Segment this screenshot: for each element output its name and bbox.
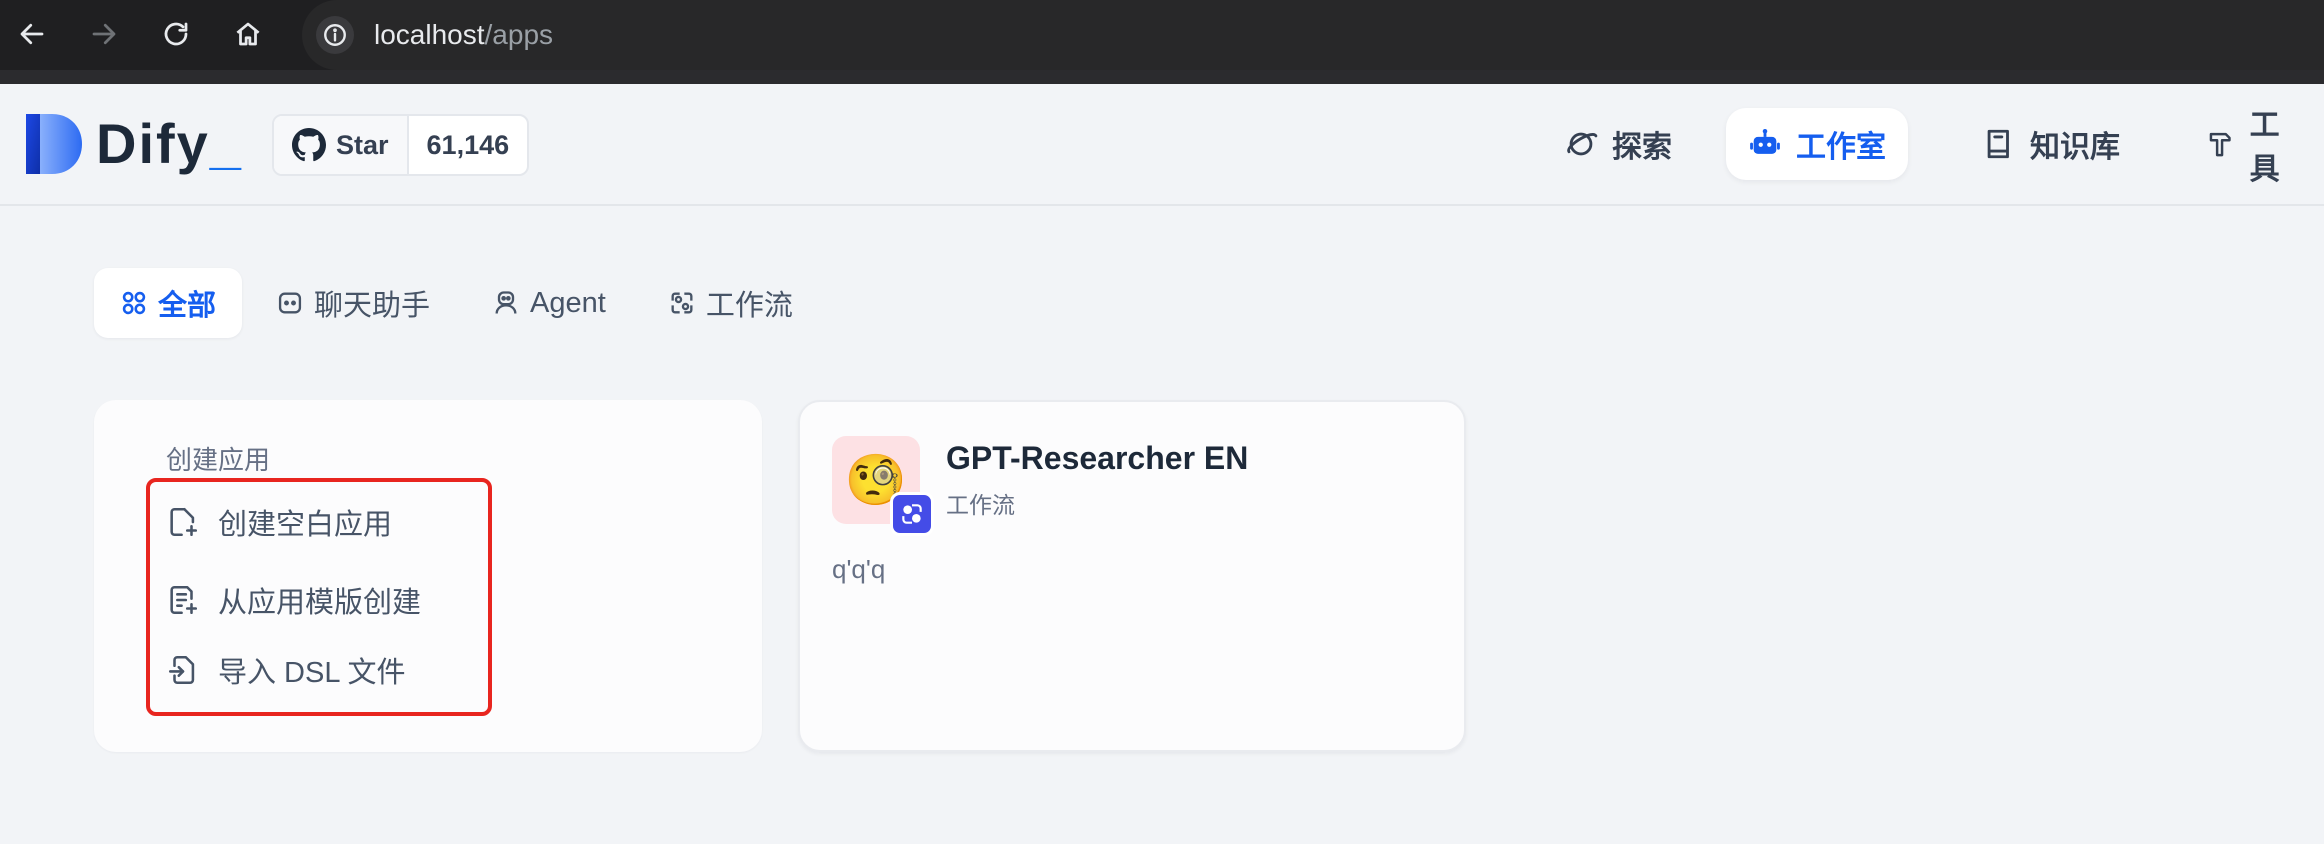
info-icon <box>324 24 346 46</box>
url-path: /apps <box>484 19 554 50</box>
reload-icon <box>164 22 188 46</box>
browser-toolbar-divider <box>0 70 2324 84</box>
create-from-template-button[interactable]: 从应用模版创建 <box>166 578 421 622</box>
planet-icon <box>1567 132 1598 156</box>
create-blank-app-button[interactable]: 创建空白应用 <box>166 500 392 544</box>
nav-explore[interactable]: 探索 <box>1542 108 1694 180</box>
arrow-left-icon <box>20 23 44 45</box>
browser-toolbar: localhost/apps <box>0 0 2324 84</box>
tab-agent[interactable]: Agent <box>464 268 634 338</box>
file-plus-icon <box>170 507 198 537</box>
app-type: 工作流 <box>946 492 1015 518</box>
nav-tools-label: 工具 <box>2249 109 2280 186</box>
url-text[interactable]: localhost/apps <box>374 18 553 52</box>
github-star-label: Star <box>336 129 389 160</box>
home-icon <box>236 22 260 46</box>
logo-word: Dify <box>96 112 210 175</box>
url-host: localhost <box>374 19 485 50</box>
grid-icon <box>122 291 146 315</box>
tab-chat[interactable]: 聊天助手 <box>248 268 458 338</box>
github-star-label-area[interactable]: Star <box>274 116 409 174</box>
forward-button[interactable] <box>82 12 126 56</box>
import-dsl-label: 导入 DSL 文件 <box>218 657 406 689</box>
dify-logo-icon[interactable] <box>26 114 84 174</box>
nav-knowledge-label: 知识库 <box>2030 131 2120 164</box>
template-icon <box>170 585 198 615</box>
agent-icon <box>495 291 517 314</box>
back-button[interactable] <box>10 12 54 56</box>
nav-studio-label: 工作室 <box>1796 131 1886 164</box>
app-header: Dify_ Star 61,146 探索 工作室 知识库 工具 <box>0 84 2324 206</box>
workflow-icon <box>671 292 693 314</box>
book-icon <box>1987 129 2009 159</box>
tab-workflow-label: 工作流 <box>705 290 793 322</box>
github-star-count[interactable]: 61,146 <box>409 116 528 174</box>
nav-studio[interactable]: 工作室 <box>1726 108 1908 180</box>
site-info-button[interactable] <box>316 16 354 54</box>
workflow-badge <box>890 492 934 536</box>
address-bar[interactable]: localhost/apps <box>302 0 2324 70</box>
app-type-filter: 全部 聊天助手 Agent 工作流 <box>94 268 821 338</box>
chat-bot-icon <box>278 292 302 314</box>
tab-chat-label: 聊天助手 <box>314 290 431 322</box>
file-import-icon <box>168 655 195 685</box>
reload-button[interactable] <box>154 12 198 56</box>
tab-all-label: 全部 <box>158 290 217 322</box>
nav-tools[interactable]: 工具 <box>2184 108 2324 186</box>
create-blank-app-label: 创建空白应用 <box>218 509 393 541</box>
hammer-icon <box>2209 132 2231 157</box>
github-star-button[interactable]: Star 61,146 <box>272 114 530 176</box>
app-card[interactable]: 🧐 GPT-Researcher EN 工作流 q'q'q <box>798 400 1466 752</box>
workflow-badge-icon <box>902 504 922 524</box>
create-app-card: 创建应用 创建空白应用 从应用模版创建 导入 DSL 文件 <box>94 400 762 752</box>
tab-all[interactable]: 全部 <box>94 268 243 338</box>
github-icon <box>292 128 326 162</box>
home-button[interactable] <box>226 12 270 56</box>
app-description: q'q'q <box>832 554 886 584</box>
create-from-template-label: 从应用模版创建 <box>218 587 422 619</box>
logo-underscore: _ <box>209 112 243 175</box>
arrow-right-icon <box>92 23 116 45</box>
tab-agent-label: Agent <box>530 286 606 319</box>
app-name[interactable]: GPT-Researcher EN <box>946 440 1248 477</box>
dify-logo-text[interactable]: Dify_ <box>96 114 243 174</box>
tab-workflow[interactable]: 工作流 <box>640 268 821 338</box>
nav-explore-label: 探索 <box>1612 131 1672 164</box>
import-dsl-button[interactable]: 导入 DSL 文件 <box>166 648 405 692</box>
create-app-title: 创建应用 <box>166 445 271 475</box>
robot-icon <box>1750 128 1780 154</box>
nav-knowledge[interactable]: 知识库 <box>1960 108 2142 180</box>
